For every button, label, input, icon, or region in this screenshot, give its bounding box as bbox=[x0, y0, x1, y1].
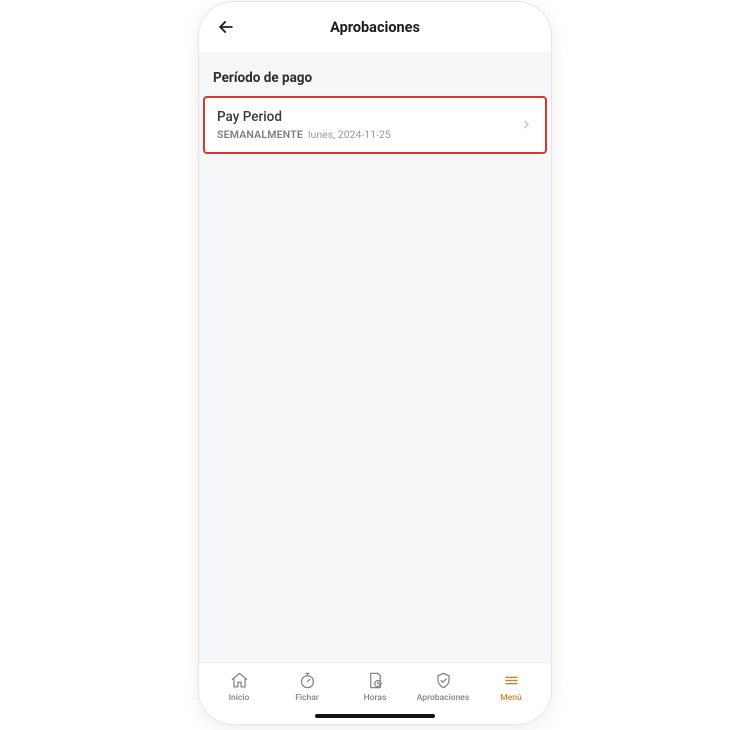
nav-approvals-label: Aprobaciones bbox=[417, 693, 470, 703]
header-bar: Aprobaciones bbox=[199, 2, 551, 52]
menu-icon bbox=[502, 671, 521, 690]
nav-approvals[interactable]: Aprobaciones bbox=[409, 671, 477, 703]
pay-period-frequency: SEMANALMENTE bbox=[217, 128, 303, 141]
nav-home[interactable]: Inicio bbox=[205, 671, 273, 703]
pay-period-info: Pay Period SEMANALMENTE lunes, 2024-11-25 bbox=[217, 109, 520, 141]
nav-menu-label: Menú bbox=[500, 693, 521, 703]
nav-home-label: Inicio bbox=[229, 693, 250, 703]
back-arrow-icon bbox=[216, 17, 236, 37]
content-area: Período de pago Pay Period SEMANALMENTE l… bbox=[199, 52, 551, 662]
nav-menu[interactable]: Menú bbox=[477, 671, 545, 703]
section-label-pay-period: Período de pago bbox=[199, 52, 551, 96]
nav-clockin[interactable]: Fichar bbox=[273, 671, 341, 703]
nav-clockin-label: Fichar bbox=[295, 693, 319, 703]
home-icon bbox=[230, 671, 249, 690]
pay-period-card[interactable]: Pay Period SEMANALMENTE lunes, 2024-11-25 bbox=[203, 96, 547, 154]
chevron-right-icon bbox=[520, 116, 533, 135]
pay-period-title: Pay Period bbox=[217, 109, 520, 125]
timesheet-icon bbox=[366, 671, 385, 690]
stopwatch-icon bbox=[298, 671, 317, 690]
pay-period-subtitle: SEMANALMENTE lunes, 2024-11-25 bbox=[217, 128, 520, 141]
shield-check-icon bbox=[434, 671, 453, 690]
phone-frame: Aprobaciones Período de pago Pay Period … bbox=[199, 2, 551, 724]
pay-period-date: lunes, 2024-11-25 bbox=[308, 128, 391, 141]
page-title: Aprobaciones bbox=[330, 19, 420, 36]
nav-hours-label: Horas bbox=[364, 693, 387, 703]
home-indicator bbox=[315, 714, 435, 718]
back-button[interactable] bbox=[213, 14, 239, 40]
nav-hours[interactable]: Horas bbox=[341, 671, 409, 703]
